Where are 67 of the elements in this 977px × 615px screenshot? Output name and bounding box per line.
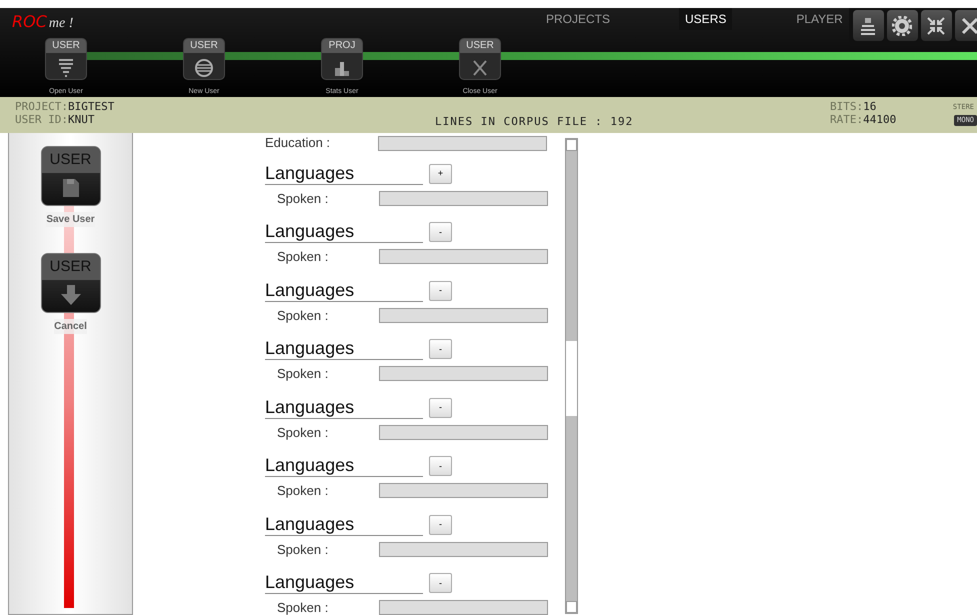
section-heading: Languages (265, 278, 423, 302)
user-value: KNUT (68, 113, 94, 126)
section-heading: Languages (265, 337, 423, 360)
field-label: Spoken : (276, 248, 330, 266)
remove-button[interactable]: - (429, 222, 452, 242)
field-label: Spoken : (276, 365, 330, 383)
text-field[interactable] (379, 190, 548, 206)
field-label: Spoken : (276, 190, 330, 208)
project-value: BIGTEST (68, 100, 114, 113)
toolbar-button[interactable]: USER (183, 38, 225, 80)
button-label: Cancel (54, 319, 87, 334)
field-label: Spoken : (276, 599, 330, 615)
section-heading: Languages (265, 454, 423, 477)
window-button[interactable] (852, 10, 884, 41)
nav-tab[interactable]: USERS (679, 8, 732, 30)
field-label: Education : (265, 134, 332, 152)
field-label: Spoken : (276, 424, 330, 442)
text-field[interactable] (379, 483, 548, 498)
field-label: Spoken : (276, 482, 330, 500)
remove-button[interactable]: - (429, 398, 452, 418)
field-label: Spoken : (276, 540, 330, 559)
toolbar-button[interactable]: USER (459, 38, 501, 80)
settings-button[interactable] (886, 10, 918, 41)
section-heading: Languages (265, 512, 423, 536)
bits-value: 16 (863, 100, 876, 113)
settings-icon (892, 16, 912, 36)
down-arrow-icon (60, 284, 82, 306)
text-field[interactable] (379, 249, 548, 264)
scrollbar[interactable] (565, 138, 578, 614)
add-button[interactable]: + (429, 164, 452, 184)
button-label: Save User (46, 212, 95, 227)
bits-label: BITS: (830, 100, 864, 113)
close-button[interactable] (954, 10, 977, 41)
collapse-icon (926, 16, 946, 36)
window-button[interactable] (920, 10, 952, 41)
section-heading: Languages (265, 571, 423, 594)
toolbar-button[interactable]: USER (45, 38, 87, 80)
nav-tab[interactable]: PROJECTS (540, 8, 616, 30)
remove-button[interactable]: - (429, 339, 452, 359)
scroll-thumb[interactable] (566, 341, 577, 416)
text-field[interactable] (379, 542, 548, 557)
scroll-up-button[interactable] (566, 139, 577, 151)
remove-button[interactable]: - (429, 573, 452, 593)
scroll-down-button[interactable] (566, 601, 577, 613)
project-label: PROJECT: (15, 100, 68, 113)
rate-label: RATE: (830, 113, 864, 126)
remove-button[interactable]: - (429, 514, 452, 534)
text-field[interactable] (379, 308, 548, 323)
corpus-lines-text: LINES IN CORPUS FILE : 192 (435, 115, 634, 128)
app-logo: ROCme ! (11, 11, 74, 33)
toolbar-button[interactable]: PROJ (321, 38, 363, 80)
section-heading: Languages (265, 396, 423, 418)
text-field[interactable] (379, 424, 548, 440)
section-heading: Languages (265, 162, 423, 184)
text-field[interactable] (379, 366, 548, 382)
globe-icon (194, 58, 214, 78)
section-heading: Languages (265, 220, 423, 243)
nav-tab[interactable]: PLAYER (790, 8, 849, 30)
text-field[interactable] (378, 136, 547, 152)
field-label: Spoken : (276, 306, 330, 325)
remove-button[interactable]: - (429, 456, 452, 476)
text-field[interactable] (379, 600, 548, 615)
close-icon (960, 16, 977, 36)
user-label: USER ID: (15, 113, 68, 126)
remove-button[interactable]: - (429, 280, 452, 300)
rate-value: 44100 (863, 113, 896, 126)
download-icon (56, 58, 76, 78)
